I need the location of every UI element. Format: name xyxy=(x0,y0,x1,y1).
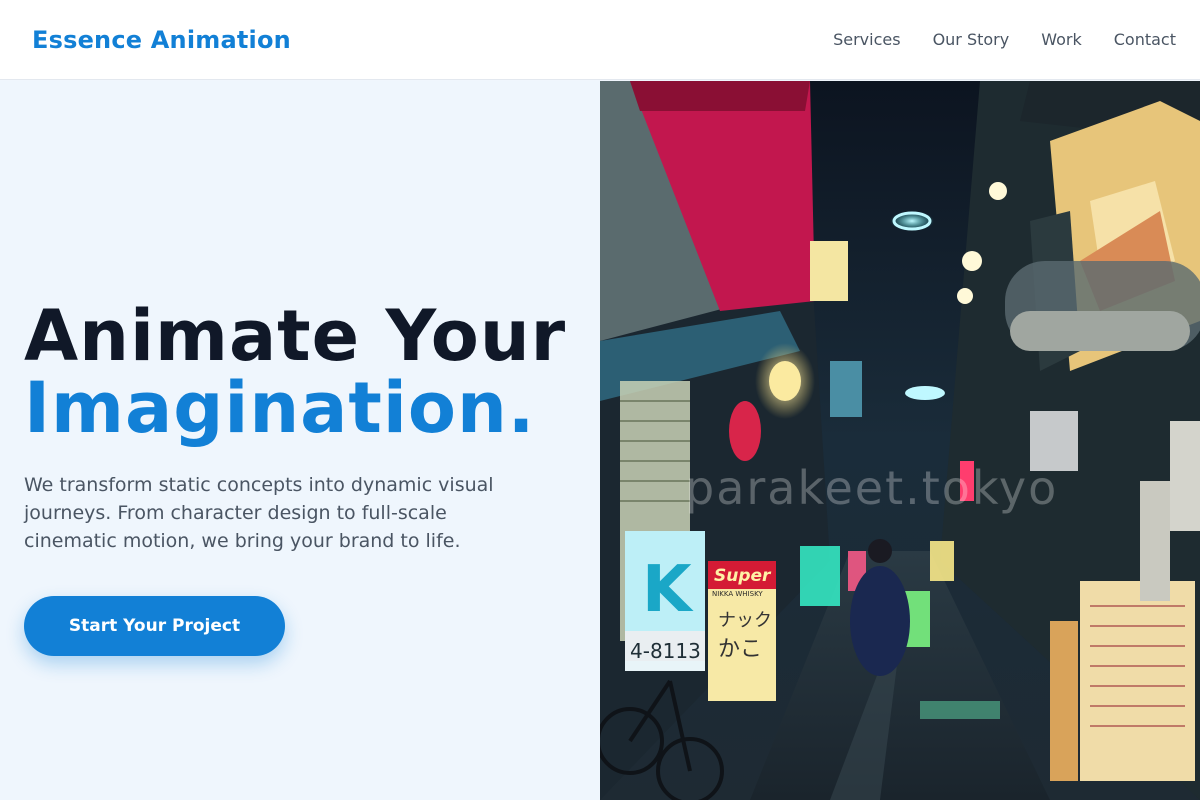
hero-image: K 4-8113 Super NIKKA WHISKY ナック かこ parak… xyxy=(600,81,1200,800)
top-navbar: Essence Animation Services Our Story Wor… xyxy=(0,0,1200,80)
snack-sign-1: ナック xyxy=(718,610,772,631)
brand-logo[interactable]: Essence Animation xyxy=(32,26,291,54)
nav-link-work[interactable]: Work xyxy=(1041,30,1082,49)
headline-line-1: Animate Your xyxy=(24,295,567,377)
hero-description: We transform static concepts into dynami… xyxy=(24,474,494,552)
start-project-button[interactable]: Start Your Project xyxy=(24,596,285,656)
headline-line-2: Imagination. xyxy=(24,367,536,449)
hero-headline: Animate Your Imagination. xyxy=(24,300,566,444)
super-sign-sub: NIKKA WHISKY xyxy=(712,590,763,598)
super-sign: Super xyxy=(714,566,772,586)
k-sign: K xyxy=(642,553,694,627)
phone-sign: 4-8113 xyxy=(630,639,701,663)
image-watermark: parakeet.tokyo xyxy=(685,461,1059,515)
nav-link-our-story[interactable]: Our Story xyxy=(933,30,1010,49)
nav-link-services[interactable]: Services xyxy=(833,30,900,49)
nav-link-contact[interactable]: Contact xyxy=(1114,30,1176,49)
main-nav: Services Our Story Work Contact xyxy=(833,30,1176,49)
snack-sign-2: かこ xyxy=(718,637,762,662)
tokyo-alley-illustration: K 4-8113 Super NIKKA WHISKY ナック かこ xyxy=(600,81,1200,800)
